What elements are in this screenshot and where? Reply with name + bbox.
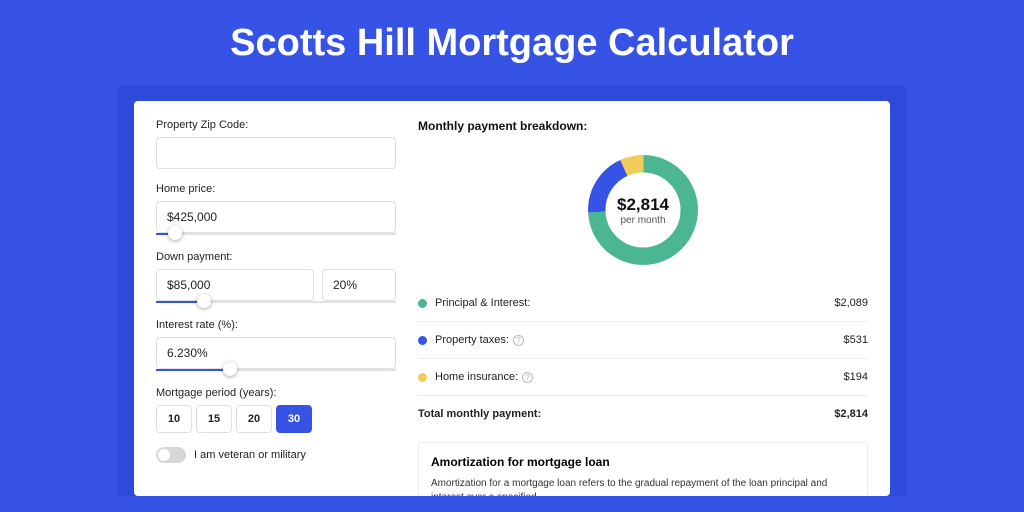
legend-value: $194	[844, 371, 868, 383]
rate-slider-fill	[156, 369, 230, 371]
legend-total-label: Total monthly payment:	[418, 408, 834, 420]
legend-row: Property taxes:?$531	[418, 326, 868, 354]
legend-label: Home insurance:?	[435, 371, 844, 383]
rate-slider-thumb[interactable]	[223, 362, 237, 376]
page-title: Scotts Hill Mortgage Calculator	[0, 0, 1024, 85]
down-percent-input[interactable]	[322, 269, 396, 301]
legend-label: Property taxes:?	[435, 334, 844, 346]
price-field-group: Home price:	[156, 183, 396, 237]
rate-field-group: Interest rate (%):	[156, 319, 396, 373]
down-field-group: Down payment:	[156, 251, 396, 305]
donut-sublabel: per month	[620, 215, 665, 226]
veteran-row: I am veteran or military	[156, 447, 396, 463]
amortization-section: Amortization for mortgage loan Amortizat…	[418, 442, 868, 496]
breakdown-title: Monthly payment breakdown:	[418, 119, 868, 133]
period-label: Mortgage period (years):	[156, 387, 396, 399]
donut-center: $2,814 per month	[582, 149, 704, 271]
rate-slider[interactable]	[156, 367, 396, 373]
form-column: Property Zip Code: Home price: Down paym…	[156, 119, 396, 496]
zip-label: Property Zip Code:	[156, 119, 396, 131]
veteran-toggle[interactable]	[156, 447, 186, 463]
donut-chart-area: $2,814 per month	[418, 145, 868, 289]
calculator-frame: Property Zip Code: Home price: Down paym…	[118, 85, 906, 496]
help-icon[interactable]: ?	[513, 335, 524, 346]
donut-amount: $2,814	[617, 195, 669, 215]
breakdown-column: Monthly payment breakdown: $2,814 per mo…	[418, 119, 868, 496]
rate-label: Interest rate (%):	[156, 319, 396, 331]
legend-dot	[418, 299, 427, 308]
price-slider[interactable]	[156, 231, 396, 237]
legend-value: $531	[844, 334, 868, 346]
period-button-20[interactable]: 20	[236, 405, 272, 433]
legend-separator	[418, 358, 868, 359]
legend-row: Home insurance:?$194	[418, 363, 868, 391]
amortization-title: Amortization for mortgage loan	[431, 455, 855, 469]
legend-value: $2,089	[834, 297, 868, 309]
down-label: Down payment:	[156, 251, 396, 263]
period-button-30[interactable]: 30	[276, 405, 312, 433]
legend-row: Principal & Interest:$2,089	[418, 289, 868, 317]
legend-total-value: $2,814	[834, 408, 868, 420]
calculator-card: Property Zip Code: Home price: Down paym…	[134, 101, 890, 496]
zip-input[interactable]	[156, 137, 396, 169]
down-slider-thumb[interactable]	[197, 294, 211, 308]
down-amount-input[interactable]	[156, 269, 314, 301]
legend-separator	[418, 395, 868, 396]
help-icon[interactable]: ?	[522, 372, 533, 383]
amortization-text: Amortization for a mortgage loan refers …	[431, 477, 855, 496]
legend-total-row: Total monthly payment: $2,814	[418, 400, 868, 428]
period-button-10[interactable]: 10	[156, 405, 192, 433]
legend-separator	[418, 321, 868, 322]
veteran-label: I am veteran or military	[194, 449, 306, 461]
rate-input[interactable]	[156, 337, 396, 369]
legend-dot	[418, 373, 427, 382]
price-input[interactable]	[156, 201, 396, 233]
period-button-15[interactable]: 15	[196, 405, 232, 433]
zip-field-group: Property Zip Code:	[156, 119, 396, 169]
price-label: Home price:	[156, 183, 396, 195]
price-slider-thumb[interactable]	[168, 226, 182, 240]
legend-dot	[418, 336, 427, 345]
period-field-group: Mortgage period (years): 10152030	[156, 387, 396, 433]
down-slider[interactable]	[156, 299, 396, 305]
donut-chart: $2,814 per month	[582, 149, 704, 271]
legend-label: Principal & Interest:	[435, 297, 834, 309]
